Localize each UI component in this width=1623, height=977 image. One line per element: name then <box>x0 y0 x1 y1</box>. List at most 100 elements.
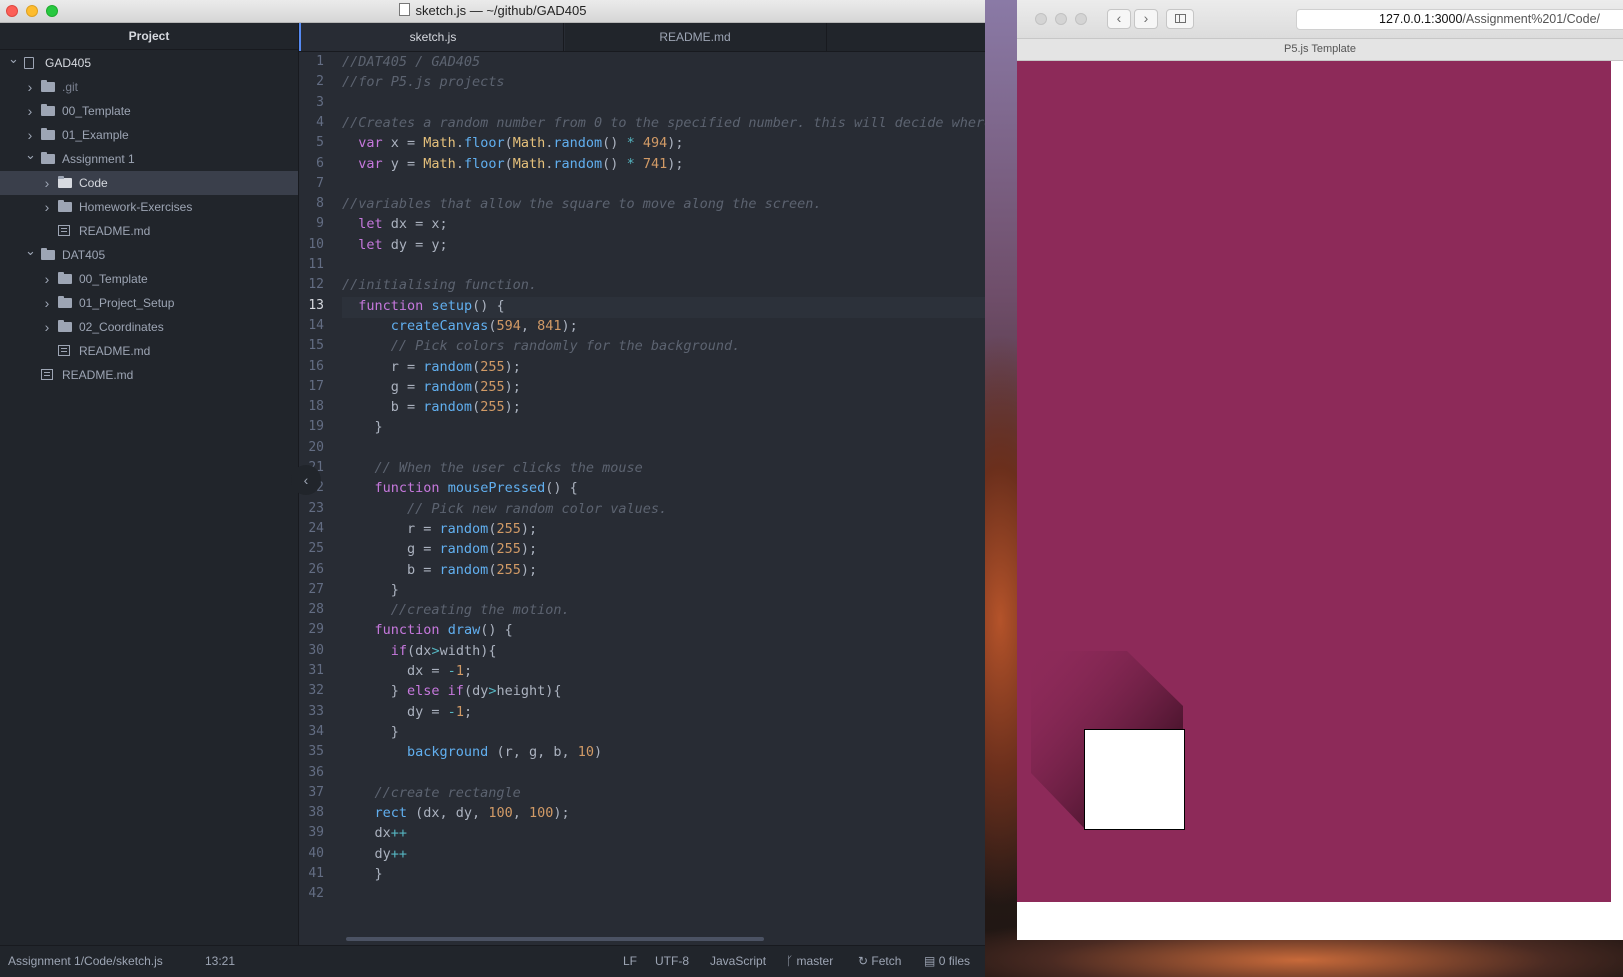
tree-item[interactable]: › Homework-Exercises <box>0 195 298 219</box>
status-fetch[interactable]: ↻ Fetch <box>858 946 901 977</box>
line-number: 42 <box>308 886 324 902</box>
code-token: //variables that allow the square to mov… <box>342 196 822 213</box>
folder-icon <box>58 176 72 188</box>
code-line[interactable]: // Pick colors randomly for the backgrou… <box>342 338 741 354</box>
browser-tab-title[interactable]: P5.js Template <box>1017 39 1623 61</box>
status-file-path[interactable]: Assignment 1/Code/sketch.js <box>8 946 163 977</box>
chevron-down-icon[interactable]: ⌄ <box>8 47 19 71</box>
tree-item[interactable]: ⌄ GAD405 <box>0 51 298 75</box>
collapse-left-icon[interactable]: ‹ <box>291 465 321 495</box>
code-token: ); <box>520 561 538 578</box>
code-line[interactable]: g = random(255); <box>342 541 537 557</box>
status-encoding[interactable]: UTF-8 <box>655 946 689 977</box>
code-token: dy = y; <box>382 236 448 253</box>
tree-item[interactable]: › .git <box>0 75 298 99</box>
code-line[interactable]: } else if(dy>height){ <box>342 683 562 699</box>
code-token: dx = x; <box>382 216 448 233</box>
tree-item[interactable]: README.md <box>0 363 298 387</box>
code-line[interactable]: function mousePressed() { <box>342 480 578 496</box>
line-number: 35 <box>308 744 324 760</box>
code-token: // When the user clicks the mouse <box>374 460 643 476</box>
line-number: 3 <box>316 94 324 110</box>
code-line[interactable]: g = random(255); <box>342 379 521 395</box>
code-line[interactable]: r = random(255); <box>342 521 537 537</box>
code-token: 100 <box>488 805 513 822</box>
browser-zoom-icon[interactable] <box>1075 13 1087 25</box>
horizontal-scrollbar[interactable] <box>346 937 764 941</box>
status-files[interactable]: ▤ 0 files <box>924 946 970 977</box>
code-line[interactable]: //variables that allow the square to mov… <box>342 196 822 212</box>
code-line[interactable]: function setup() { <box>342 298 504 314</box>
address-bar[interactable]: 127.0.0.1:3000/Assignment%201/Code/ <box>1296 9 1623 30</box>
status-branch[interactable]: ᚴ master <box>786 946 833 977</box>
code-line[interactable]: b = random(255); <box>342 399 521 415</box>
code-line[interactable]: //Creates a random number from 0 to the … <box>342 115 985 131</box>
code-line[interactable]: //for P5.js projects <box>342 74 505 90</box>
line-number: 1 <box>316 54 324 69</box>
tree-item[interactable]: › 02_Coordinates <box>0 315 298 339</box>
browser-close-icon[interactable] <box>1035 13 1047 25</box>
code-line[interactable]: //create rectangle <box>342 785 521 801</box>
chevron-right-icon[interactable]: › <box>42 315 52 339</box>
code-line[interactable]: dx = -1; <box>342 663 472 679</box>
code-line[interactable]: // When the user clicks the mouse <box>342 460 643 476</box>
code-token: Math <box>512 155 546 172</box>
browser-minimize-icon[interactable] <box>1055 13 1067 25</box>
status-line-ending[interactable]: LF <box>623 946 637 977</box>
tree-item[interactable]: › 00_Template <box>0 99 298 123</box>
back-icon[interactable]: ‹ <box>1107 9 1131 29</box>
code-line[interactable]: b = random(255); <box>342 562 537 578</box>
code-line[interactable]: var x = Math.floor(Math.random() * 494); <box>342 135 683 151</box>
code-line[interactable]: rect (dx, dy, 100, 100); <box>342 805 570 821</box>
code-line[interactable]: dy++ <box>342 846 408 862</box>
code-line[interactable]: createCanvas(594, 841); <box>342 318 578 334</box>
code-line[interactable]: dy = -1; <box>342 704 472 720</box>
tree-item[interactable]: ⌄ Assignment 1 <box>0 147 298 171</box>
status-cursor-position[interactable]: 13:21 <box>205 946 235 977</box>
tree-item[interactable]: › 01_Example <box>0 123 298 147</box>
code-line[interactable]: } <box>342 866 383 882</box>
code-line[interactable]: let dx = x; <box>342 216 448 233</box>
p5-canvas[interactable] <box>1017 61 1611 902</box>
chevron-right-icon[interactable]: › <box>42 171 52 195</box>
tree-item[interactable]: ⌄ DAT405 <box>0 243 298 267</box>
sidebar-toggle-button[interactable] <box>1166 9 1194 29</box>
code-line[interactable]: function draw() { <box>342 622 513 638</box>
code-line[interactable]: //DAT405 / GAD405 <box>342 54 480 70</box>
tree-item[interactable]: › Code <box>0 171 298 195</box>
tree-item[interactable]: › 00_Template <box>0 267 298 291</box>
chevron-down-icon[interactable]: ⌄ <box>25 239 36 263</box>
status-grammar[interactable]: JavaScript <box>710 946 766 977</box>
code-line[interactable]: } <box>342 582 399 598</box>
code-token: random <box>423 358 473 375</box>
code-line[interactable]: //creating the motion. <box>342 602 570 618</box>
title-bar[interactable]: sketch.js — ~/github/GAD405 <box>0 0 985 23</box>
code-line[interactable]: // Pick new random color values. <box>342 501 667 517</box>
code-line[interactable]: background (r, g, b, 10) <box>342 744 602 760</box>
tree-item[interactable]: README.md <box>0 339 298 363</box>
forward-icon[interactable]: › <box>1134 9 1158 29</box>
code-token: let <box>358 236 383 253</box>
tab-readme-md[interactable]: README.md <box>563 23 827 51</box>
chevron-down-icon[interactable]: ⌄ <box>25 143 36 167</box>
code-line[interactable]: //initialising function. <box>342 277 537 293</box>
code-editor[interactable]: 1 //DAT405 / GAD405 2 //for P5.js projects 3… <box>299 52 985 945</box>
code-line[interactable]: if(dx>width){ <box>342 643 497 659</box>
code-line[interactable]: var y = Math.floor(Math.random() * 741); <box>342 155 683 172</box>
chevron-right-icon[interactable]: › <box>42 291 52 315</box>
code-line[interactable]: let dy = y; <box>342 236 448 253</box>
code-token: ( <box>472 378 481 395</box>
chevron-right-icon[interactable]: › <box>42 195 52 219</box>
chevron-right-icon[interactable]: › <box>25 75 35 99</box>
code-line[interactable]: } <box>342 419 383 435</box>
chevron-right-icon[interactable]: › <box>42 267 52 291</box>
code-line[interactable]: r = random(255); <box>342 359 521 375</box>
tab-sketch-js[interactable]: sketch.js <box>299 23 565 51</box>
code-line[interactable]: dx++ <box>342 825 408 841</box>
tree-item[interactable]: › 01_Project_Setup <box>0 291 298 315</box>
chevron-right-icon[interactable]: › <box>25 99 35 123</box>
tree-item[interactable]: README.md <box>0 219 298 243</box>
line-number: 26 <box>308 561 324 577</box>
code-line[interactable]: } <box>342 724 399 740</box>
